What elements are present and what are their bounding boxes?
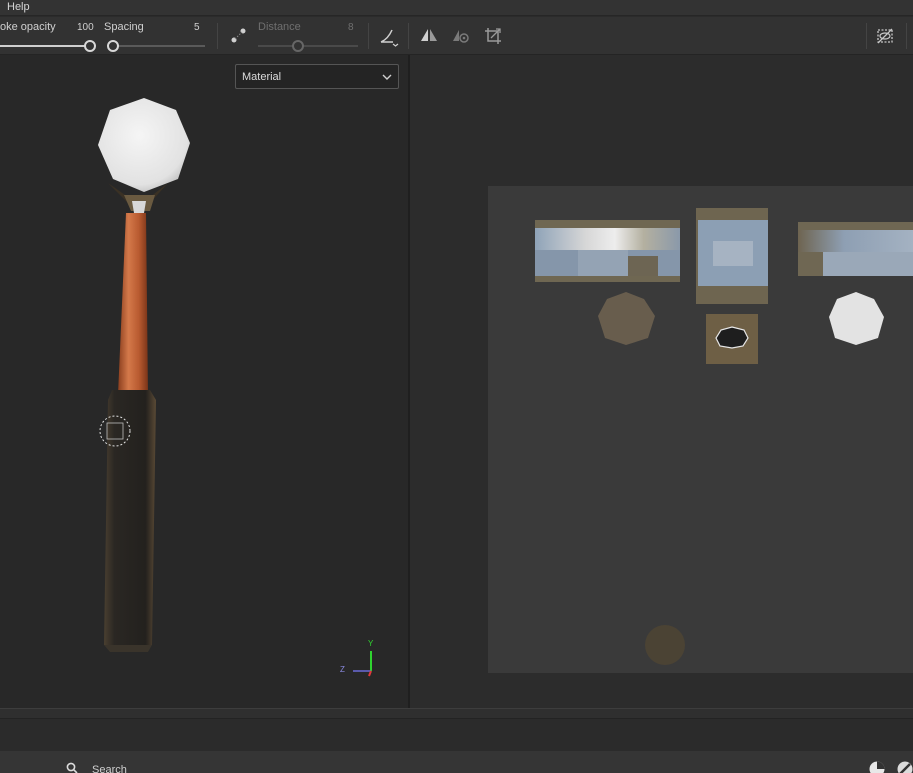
menu-bar: Help	[0, 0, 913, 16]
toolbar-separator	[906, 23, 907, 49]
viewport-3d[interactable]: Material Y Z	[0, 55, 408, 708]
stroke-opacity-slider-track[interactable]	[0, 45, 90, 47]
uv-texture-sheet[interactable]	[488, 186, 913, 673]
distance-slider-handle[interactable]	[292, 40, 304, 52]
uv-octagon-head	[829, 292, 884, 345]
spacing-slider-track[interactable]	[113, 45, 205, 47]
spacing-value[interactable]: 5	[194, 22, 200, 33]
toolbar-separator	[408, 23, 409, 49]
status-bar	[0, 708, 913, 718]
toolbar-separator	[217, 23, 218, 49]
hammer-head	[98, 98, 190, 192]
stroke-opacity-label: oke opacity	[0, 21, 56, 33]
spacing-label: Spacing	[104, 21, 144, 33]
search-icon[interactable]	[66, 762, 78, 773]
handle-shaft	[118, 213, 148, 395]
toolbar-separator	[368, 23, 369, 49]
bottom-panel-area	[0, 718, 913, 751]
search-label[interactable]: Search	[92, 764, 127, 773]
handle-grip	[104, 390, 156, 645]
toolbar-separator	[866, 23, 867, 49]
symmetry-settings-icon[interactable]	[450, 25, 472, 47]
axis-z-label: Z	[340, 665, 345, 674]
distance-slider-track[interactable]	[258, 45, 358, 47]
menu-help[interactable]: Help	[7, 1, 30, 13]
hide-uv-icon[interactable]	[874, 25, 896, 47]
distance-value[interactable]: 8	[348, 22, 354, 33]
spacing-slider-handle[interactable]	[107, 40, 119, 52]
material-sphere-icon[interactable]	[869, 761, 885, 773]
viewport-2d[interactable]	[410, 55, 913, 708]
stroke-opacity-value[interactable]: 100	[77, 22, 94, 33]
uv-islands	[535, 208, 913, 665]
crop-transform-icon[interactable]	[482, 25, 504, 47]
tool-properties-bar: oke opacity 100 Spacing 5 Distance 8	[0, 17, 913, 55]
symmetry-icon[interactable]	[418, 25, 440, 47]
distance-label: Distance	[258, 21, 301, 33]
hammer-model	[98, 98, 372, 677]
axis-y-label: Y	[368, 639, 374, 648]
uv-octagon-cap	[598, 292, 655, 345]
stroke-opacity-slider-handle[interactable]	[84, 40, 96, 52]
alignment-icon[interactable]	[378, 25, 400, 47]
shelf-bar: Search	[0, 751, 913, 773]
lazy-mouse-icon[interactable]	[228, 25, 250, 47]
smart-material-icon[interactable]	[896, 761, 913, 773]
